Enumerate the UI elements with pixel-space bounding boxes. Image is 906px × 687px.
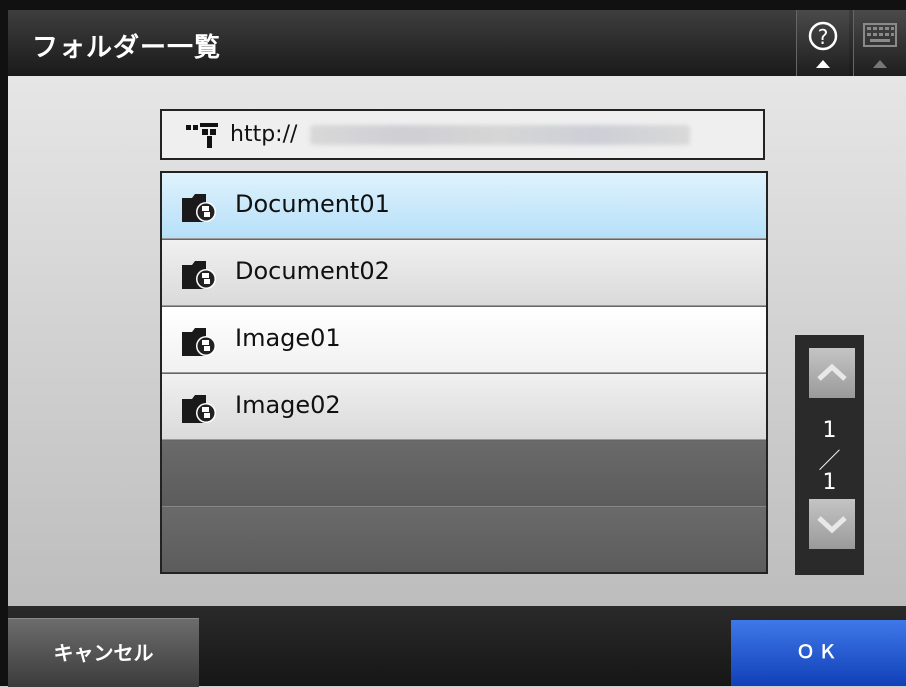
network-folder-icon xyxy=(182,395,216,423)
page-up-button[interactable] xyxy=(809,348,855,398)
folder-list[interactable]: Document01 Document02 Image01 Image02 xyxy=(160,171,768,574)
keyboard-icon xyxy=(863,23,897,47)
ok-button[interactable]: ＯＫ xyxy=(731,620,906,686)
page-navigator: 1 ／ 1 xyxy=(795,335,864,575)
folder-label: Image01 xyxy=(235,324,341,352)
network-folder-icon xyxy=(182,194,216,222)
app-frame: フォルダー一覧 ? http:// Document01 Document02 … xyxy=(0,0,906,687)
folder-row[interactable]: Image02 xyxy=(162,374,766,440)
expand-up-icon xyxy=(816,60,830,68)
network-folder-icon xyxy=(182,328,216,356)
folder-label: Image02 xyxy=(235,391,341,419)
empty-row xyxy=(162,441,766,507)
expand-up-icon xyxy=(873,60,887,68)
redacted-path xyxy=(310,125,690,145)
page-down-button[interactable] xyxy=(809,499,855,549)
keyboard-button[interactable] xyxy=(853,10,906,76)
folder-label: Document01 xyxy=(235,190,390,218)
current-page: 1 xyxy=(822,418,837,443)
folder-label: Document02 xyxy=(235,257,390,285)
empty-row xyxy=(162,508,766,572)
question-circle-icon: ? xyxy=(808,21,838,51)
network-folder-icon xyxy=(182,261,216,289)
content-area: http:// Document01 Document02 Image01 Im… xyxy=(8,76,906,606)
folder-path-text: http:// xyxy=(230,122,298,147)
total-pages: 1 xyxy=(822,470,837,495)
page-title: フォルダー一覧 xyxy=(32,33,222,63)
folder-row[interactable]: Image01 xyxy=(162,307,766,373)
folder-path-bar: http:// xyxy=(160,109,765,160)
svg-text:?: ? xyxy=(818,25,829,49)
chevron-down-icon xyxy=(817,516,847,534)
footer-bar: キャンセル ＯＫ xyxy=(8,606,906,687)
folder-row[interactable]: Document02 xyxy=(162,240,766,306)
chevron-up-icon xyxy=(817,363,847,381)
folder-row[interactable]: Document01 xyxy=(162,173,766,239)
title-bar: フォルダー一覧 ? xyxy=(8,10,906,76)
network-icon xyxy=(186,123,218,148)
cancel-button[interactable]: キャンセル xyxy=(8,618,199,687)
help-button[interactable]: ? xyxy=(796,10,849,76)
